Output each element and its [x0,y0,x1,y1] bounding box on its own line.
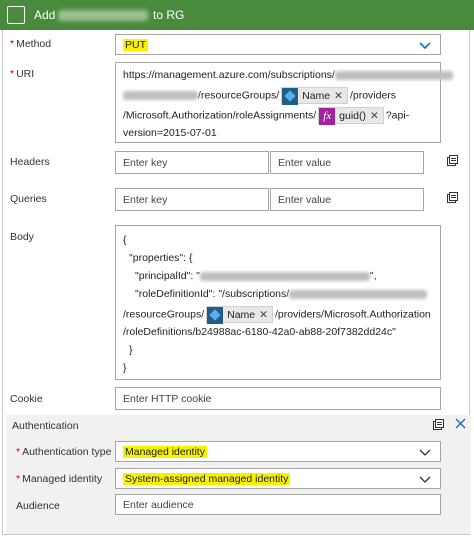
redacted-title [58,10,148,21]
close-icon[interactable]: ✕ [370,110,379,122]
cookie-label: Cookie [10,393,43,405]
authentication-type-dropdown[interactable]: Managed identity [115,441,441,462]
switch-to-text-mode-icon[interactable] [433,419,444,430]
close-icon[interactable]: ✕ [259,309,268,321]
body-line: /roleDefinitions/b24988ac-6180-42a0-ab88… [123,326,396,338]
uri-line3-suffix: ?api- [385,109,410,122]
queries-value-input[interactable]: Enter value [270,188,424,211]
method-label: * Method [10,38,52,50]
managed-identity-label: * Managed identity [16,473,103,485]
close-icon[interactable] [455,418,466,429]
body-input[interactable]: { "properties": { "principalId": " ", "ro… [115,225,441,380]
authentication-type-value: Managed identity [123,446,207,458]
headers-key-input[interactable]: Enter key [115,151,269,174]
body-label: Body [10,231,34,243]
headers-value-input[interactable]: Enter value [270,151,424,174]
header-title-suffix: to RG [153,8,185,22]
function-icon: fx [319,108,336,125]
header-title-prefix: Add [34,8,56,22]
redacted-subscription [289,289,428,299]
switch-to-text-mode-icon[interactable] [447,192,458,203]
body-line: } [129,344,133,356]
chevron-down-icon [419,42,431,50]
uri-line2-prefix: /resourceGroups/ [198,89,280,102]
body-line: "properties": { [129,252,193,264]
redacted-subscription [334,70,453,80]
body-line: } [123,362,127,374]
resource-cube-icon [207,307,224,324]
body-line: /resourceGroups/ [123,308,205,321]
chevron-down-icon [419,449,431,456]
name-token[interactable]: Name ✕ [281,87,348,105]
switch-to-text-mode-icon[interactable] [447,155,458,166]
audience-label: Audience [16,500,60,512]
authentication-type-label: * Authentication type [16,446,112,458]
name-token[interactable]: Name ✕ [206,306,273,324]
http-action-icon [7,6,25,24]
body-line: "principalId": " [135,270,200,282]
redacted-principal-id [199,271,370,281]
uri-line1: https://management.azure.com/subscriptio… [123,69,335,81]
managed-identity-value: System-assigned managed identity [123,473,291,485]
body-line: { [123,234,127,246]
redacted-text [123,91,198,100]
uri-line3-prefix: /Microsoft.Authorization/roleAssignments… [123,109,317,122]
uri-input[interactable]: https://management.azure.com/subscriptio… [115,62,453,143]
guid-token[interactable]: fx guid() ✕ [318,107,384,125]
uri-label: * URI [10,68,35,80]
managed-identity-dropdown[interactable]: System-assigned managed identity [115,468,441,489]
uri-line4: version=2015-07-01 [123,127,217,139]
queries-key-input[interactable]: Enter key [115,188,269,211]
uri-line2-suffix: /providers [349,89,397,102]
authentication-label: Authentication [12,420,79,432]
audience-input[interactable]: Enter audience [115,494,441,515]
cookie-input[interactable]: Enter HTTP cookie [115,387,441,410]
method-value: PUT [123,39,148,51]
queries-label: Queries [10,193,47,205]
chevron-down-icon [419,476,431,483]
close-icon[interactable]: ✕ [334,90,343,102]
body-line: "roleDefinitionId": "/subscriptions/ [135,288,290,300]
resource-cube-icon [282,88,299,105]
method-dropdown[interactable]: PUT [115,34,441,55]
headers-label: Headers [10,156,50,168]
action-header[interactable]: Add to RG [0,0,474,30]
